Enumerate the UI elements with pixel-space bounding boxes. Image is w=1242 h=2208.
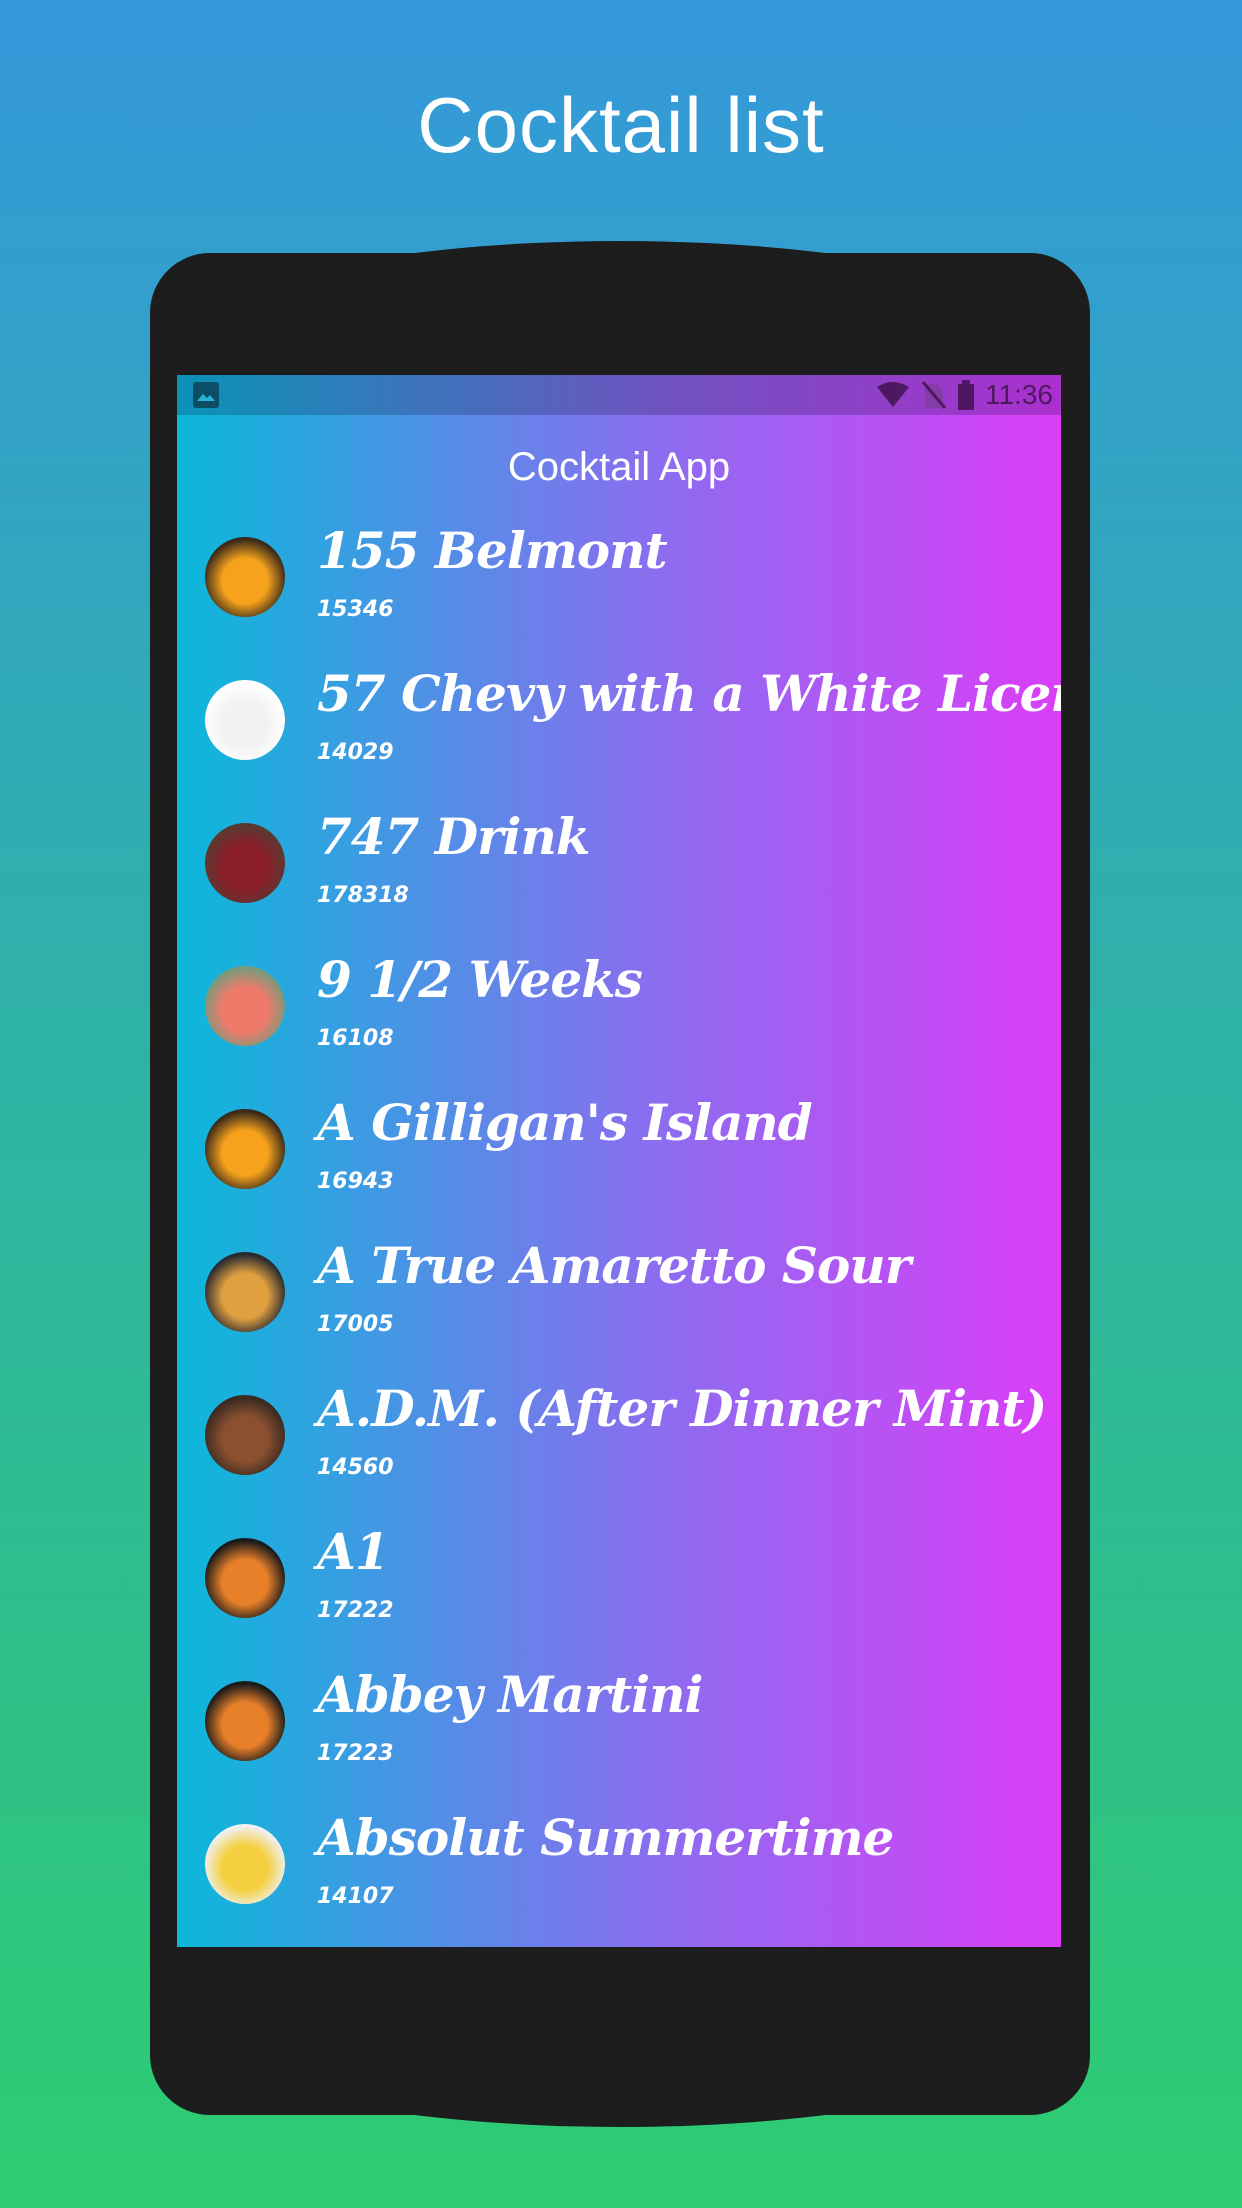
cocktail-id: 14107 — [317, 1884, 394, 1909]
cocktail-name: Abbey Martini — [317, 1665, 704, 1724]
page-title: Cocktail list — [417, 81, 825, 169]
wifi-icon — [877, 382, 909, 407]
cocktail-id: 16108 — [317, 1026, 394, 1051]
orange-martini-thumbnail — [205, 1681, 285, 1761]
list-item[interactable]: A1 17222 — [177, 1518, 1061, 1661]
red-drink-thumbnail — [205, 823, 285, 903]
app-bar-title: Cocktail App — [507, 445, 731, 489]
cocktail-id: 178318 — [317, 883, 409, 908]
phone-screen: 11:36 Cocktail App 155 Belmont 15346 57 Ch… — [177, 375, 1061, 1947]
clear-drink-thumbnail — [205, 680, 285, 760]
cocktail-id: 16943 — [317, 1169, 394, 1194]
list-item[interactable]: 747 Drink 178318 — [177, 803, 1061, 946]
cocktail-name: A True Amaretto Sour — [317, 1236, 911, 1295]
cocktail-name: A Gilligan's Island — [317, 1093, 813, 1152]
list-item[interactable]: A True Amaretto Sour 17005 — [177, 1232, 1061, 1375]
list-item[interactable]: A Gilligan's Island 16943 — [177, 1089, 1061, 1232]
cocktail-id: 14560 — [317, 1455, 394, 1480]
battery-icon — [958, 380, 974, 410]
list-item[interactable]: A.D.M. (After Dinner Mint) 14560 — [177, 1375, 1061, 1518]
cocktail-name: 747 Drink — [317, 807, 590, 866]
yellow-drink-thumbnail — [205, 1824, 285, 1904]
list-item[interactable]: 57 Chevy with a White License Plate 14029 — [177, 660, 1061, 803]
cocktail-name: 9 1/2 Weeks — [317, 950, 643, 1009]
cocktail-name: A.D.M. (After Dinner Mint) — [317, 1379, 1047, 1438]
list-item[interactable]: Abbey Martini 17223 — [177, 1661, 1061, 1804]
status-bar: 11:36 — [177, 375, 1061, 415]
list-item[interactable]: 9 1/2 Weeks 16108 — [177, 946, 1061, 1089]
cocktail-list[interactable]: 155 Belmont 15346 57 Chevy with a White Li… — [177, 517, 1061, 1947]
cocktail-id: 14029 — [317, 740, 394, 765]
cocktail-id: 17223 — [317, 1741, 394, 1766]
list-item[interactable]: 155 Belmont 15346 — [177, 517, 1061, 660]
brown-drink-thumbnail — [205, 1395, 285, 1475]
cocktail-id: 17005 — [317, 1312, 394, 1337]
image-notification-icon — [193, 382, 219, 408]
cocktail-name: 57 Chevy with a White License Plate — [317, 664, 1061, 723]
cocktail-name: A1 — [317, 1522, 390, 1581]
pink-drink-thumbnail — [205, 966, 285, 1046]
cocktail-id: 17222 — [317, 1598, 394, 1623]
amber-drink-thumbnail — [205, 1252, 285, 1332]
list-item[interactable]: Absolut Summertime 14107 — [177, 1804, 1061, 1947]
no-sim-icon — [921, 381, 947, 409]
cocktail-id: 15346 — [317, 597, 394, 622]
status-indicators: 11:36 — [875, 375, 1053, 415]
orange-drink-thumbnail — [205, 537, 285, 617]
status-time: 11:36 — [985, 379, 1053, 410]
orange-drink-thumbnail — [205, 1109, 285, 1189]
cocktail-name: 155 Belmont — [317, 521, 668, 580]
cocktail-name: Absolut Summertime — [317, 1808, 894, 1867]
orange-martini-thumbnail — [205, 1538, 285, 1618]
